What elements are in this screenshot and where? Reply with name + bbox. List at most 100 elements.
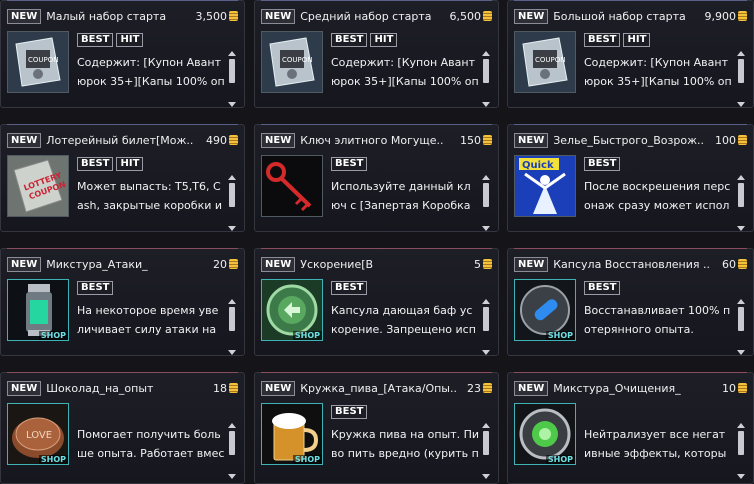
lottery-coupon-icon[interactable]: LOTTERY COUPON: [7, 155, 69, 217]
card-header: NEW Ускорение[В 5: [261, 255, 492, 273]
description-scrollbar[interactable]: [737, 423, 745, 479]
scroll-up-arrow-icon[interactable]: [482, 175, 490, 180]
shop-item-card[interactable]: NEW Ускорение[В 5 SHOP BEST Капсула дающ…: [254, 248, 499, 356]
new-badge: NEW: [514, 132, 549, 148]
coupon-bag-icon[interactable]: COUPON: [261, 31, 323, 93]
scroll-down-arrow-icon[interactable]: [228, 474, 236, 479]
shop-item-card[interactable]: NEW Микстура_Очищения_ 10 SHOP Нейтрализ…: [507, 372, 754, 484]
scroll-thumb[interactable]: [738, 307, 744, 331]
description-scrollbar[interactable]: [482, 51, 490, 107]
shop-item-card[interactable]: NEW Большой набор старта 9,900 COUPON BE…: [507, 0, 754, 108]
coupon-bag-icon[interactable]: COUPON: [7, 31, 69, 93]
description-scrollbar[interactable]: [737, 299, 745, 355]
scroll-thumb[interactable]: [229, 431, 235, 455]
item-description: Помогает получить больше опыта. Работает…: [77, 428, 225, 460]
scroll-up-arrow-icon[interactable]: [737, 299, 745, 304]
scroll-up-arrow-icon[interactable]: [737, 51, 745, 56]
shop-item-card[interactable]: NEW Капсула Восстановления .. 60 SHOP BE…: [507, 248, 754, 356]
card-header: NEW Ключ элитного Могуще.. 150: [261, 131, 492, 149]
scroll-up-arrow-icon[interactable]: [228, 299, 236, 304]
scroll-down-arrow-icon[interactable]: [482, 226, 490, 231]
description-scrollbar[interactable]: [482, 299, 490, 355]
beer-mug-icon[interactable]: SHOP: [261, 403, 323, 465]
badge-row: BEST: [331, 157, 368, 171]
attack-potion-icon[interactable]: SHOP: [7, 279, 69, 341]
shop-item-card[interactable]: NEW Микстура_Атаки_ 20 SHOP BEST На неко…: [0, 248, 245, 356]
scroll-down-arrow-icon[interactable]: [228, 350, 236, 355]
scroll-thumb[interactable]: [229, 59, 235, 83]
scroll-thumb[interactable]: [229, 307, 235, 331]
shop-item-card[interactable]: NEW Ключ элитного Могуще.. 150 BEST Испо…: [254, 124, 499, 232]
shop-mark: SHOP: [292, 331, 322, 340]
speed-capsule-icon[interactable]: SHOP: [261, 279, 323, 341]
scroll-down-arrow-icon[interactable]: [737, 474, 745, 479]
scroll-up-arrow-icon[interactable]: [737, 423, 745, 428]
scroll-thumb[interactable]: [738, 183, 744, 207]
badge-hit: HIT: [623, 33, 651, 47]
shop-item-card[interactable]: NEW Шоколад_на_опыт 18 LOVE SHOP Помогае…: [0, 372, 245, 484]
new-badge: NEW: [7, 256, 42, 272]
card-header: NEW Зелье_Быстрого_Возрож.. 100: [514, 131, 747, 149]
chocolate-icon[interactable]: LOVE SHOP: [7, 403, 69, 465]
scroll-up-arrow-icon[interactable]: [228, 175, 236, 180]
scroll-down-arrow-icon[interactable]: [482, 102, 490, 107]
item-price: 18: [213, 382, 238, 395]
description-scrollbar[interactable]: [737, 51, 745, 107]
scroll-down-arrow-icon[interactable]: [482, 474, 490, 479]
scroll-thumb[interactable]: [483, 59, 489, 83]
scroll-down-arrow-icon[interactable]: [482, 350, 490, 355]
description-scrollbar[interactable]: [482, 175, 490, 231]
badge-row: BEST HIT: [77, 157, 144, 171]
item-description: Капсула дающая баф ускорение. Запрещено …: [331, 304, 476, 336]
scroll-up-arrow-icon[interactable]: [482, 299, 490, 304]
scroll-up-arrow-icon[interactable]: [737, 175, 745, 180]
quick-revive-icon[interactable]: Quick: [514, 155, 576, 217]
description-scrollbar[interactable]: [737, 175, 745, 231]
red-key-icon[interactable]: [261, 155, 323, 217]
cleanse-potion-icon[interactable]: SHOP: [514, 403, 576, 465]
scroll-up-arrow-icon[interactable]: [482, 51, 490, 56]
scroll-up-arrow-icon[interactable]: [482, 423, 490, 428]
shop-item-card[interactable]: NEW Кружка_пива_[Атака/Опы.. 23 SHOP BES…: [254, 372, 499, 484]
new-badge: NEW: [261, 380, 296, 396]
scroll-down-arrow-icon[interactable]: [228, 226, 236, 231]
badge-best: BEST: [584, 281, 621, 295]
scroll-down-arrow-icon[interactable]: [228, 102, 236, 107]
card-accent-line: [261, 124, 492, 125]
description-scrollbar[interactable]: [482, 423, 490, 479]
description-scrollbar[interactable]: [228, 51, 236, 107]
new-badge: NEW: [514, 256, 549, 272]
scroll-thumb[interactable]: [738, 59, 744, 83]
scroll-thumb[interactable]: [483, 431, 489, 455]
recovery-capsule-icon[interactable]: SHOP: [514, 279, 576, 341]
item-price: 10: [722, 382, 747, 395]
badge-row: BEST: [77, 281, 114, 295]
scroll-down-arrow-icon[interactable]: [737, 350, 745, 355]
coin-icon: [483, 134, 492, 145]
coin-icon: [483, 10, 492, 21]
description-scrollbar[interactable]: [228, 299, 236, 355]
card-header: NEW Капсула Восстановления .. 60: [514, 255, 747, 273]
description-scrollbar[interactable]: [228, 175, 236, 231]
scroll-thumb[interactable]: [738, 431, 744, 455]
shop-item-card[interactable]: NEW Зелье_Быстрого_Возрож.. 100 Quick BE…: [507, 124, 754, 232]
badge-row: BEST: [331, 405, 368, 419]
card-accent-line: [514, 0, 747, 1]
badge-row: BEST: [584, 281, 621, 295]
shop-item-card[interactable]: NEW Малый набор старта 3,500 COUPON BEST…: [0, 0, 245, 108]
shop-item-card[interactable]: NEW Лотерейный билет[Мож.. 490 LOTTERY CO…: [0, 124, 245, 232]
card-accent-line: [261, 248, 492, 249]
scroll-down-arrow-icon[interactable]: [737, 102, 745, 107]
scroll-thumb[interactable]: [483, 307, 489, 331]
card-header: NEW Средний набор старта 6,500: [261, 7, 492, 25]
description-scrollbar[interactable]: [228, 423, 236, 479]
scroll-up-arrow-icon[interactable]: [228, 51, 236, 56]
scroll-thumb[interactable]: [229, 183, 235, 207]
shop-item-card[interactable]: NEW Средний набор старта 6,500 COUPON BE…: [254, 0, 499, 108]
new-badge: NEW: [261, 8, 296, 24]
scroll-up-arrow-icon[interactable]: [228, 423, 236, 428]
scroll-thumb[interactable]: [483, 183, 489, 207]
item-description: Содержит: [Купон Авантюрок 35+][Капы 100…: [77, 56, 225, 88]
coupon-bag-icon[interactable]: COUPON: [514, 31, 576, 93]
scroll-down-arrow-icon[interactable]: [737, 226, 745, 231]
